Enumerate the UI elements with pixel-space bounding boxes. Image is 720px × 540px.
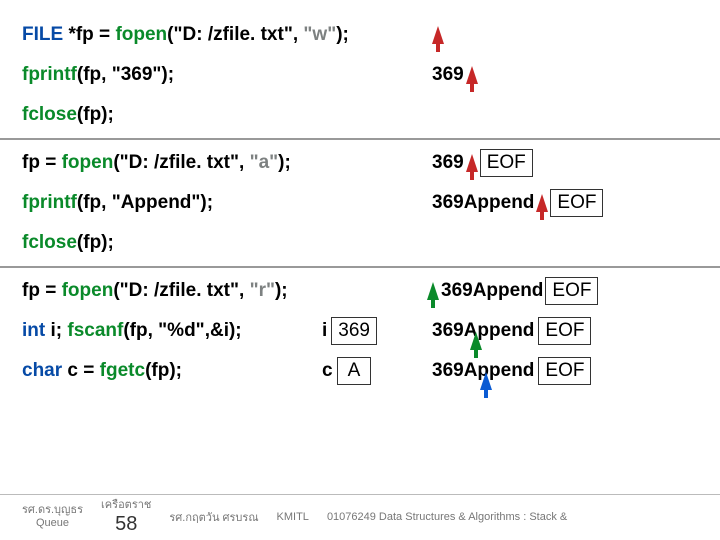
code-line-9: char c = fgetc(fp); c A 369Append EOF	[22, 354, 698, 388]
text: );	[336, 24, 349, 45]
footer-author2: เครือตราช	[101, 499, 151, 512]
slide-footer: รศ.ดร.บุญธร Queue เครือตราช 58 รศ.กฤตวัน…	[0, 494, 720, 536]
cursor-arrow-icon	[470, 332, 482, 350]
text: i;	[51, 320, 68, 341]
code-line-5: fprintf(fp, "Append"); 369Append EOF	[22, 186, 698, 220]
keyword: FILE	[22, 24, 68, 45]
fn: fprintf	[22, 192, 77, 213]
file-text: 369Append	[432, 320, 534, 342]
code-line-3: fclose(fp);	[22, 98, 698, 132]
mode: "w"	[303, 24, 336, 45]
var-box: A	[337, 357, 372, 385]
fn: fclose	[22, 104, 77, 125]
file-text: 369Append	[441, 280, 543, 302]
footer-course: 01076249 Data Structures & Algorithms : …	[327, 511, 567, 523]
divider	[0, 266, 720, 268]
cursor-arrow-icon	[466, 66, 478, 84]
page-number: 58	[115, 512, 137, 536]
text: fp =	[22, 152, 62, 173]
code-line-8: int i; fscanf(fp, "%d",&i); i 369 369App…	[22, 314, 698, 348]
text: c =	[67, 360, 99, 381]
footer-queue: Queue	[36, 517, 69, 530]
eof-box: EOF	[538, 317, 591, 345]
file-text: 369Append	[432, 192, 534, 214]
eof-box: EOF	[545, 277, 598, 305]
text: ("D: /zfile. txt",	[113, 280, 249, 301]
fn: fgetc	[100, 360, 145, 381]
fn: fclose	[22, 232, 77, 253]
cursor-arrow-icon	[480, 372, 492, 390]
mode: "r"	[250, 280, 275, 301]
code-line-6: fclose(fp);	[22, 226, 698, 260]
text: ("D: /zfile. txt",	[113, 152, 249, 173]
text: (fp, "369");	[77, 64, 174, 85]
footer-author: รศ.ดร.บุญธร	[22, 504, 83, 517]
text: (fp);	[77, 104, 114, 125]
footer-kmitl: KMITL	[277, 511, 309, 523]
fn: fopen	[62, 280, 114, 301]
text: (fp);	[145, 360, 182, 381]
cursor-arrow-icon	[432, 26, 444, 44]
code-line-4: fp = fopen("D: /zfile. txt", "a"); 369 E…	[22, 146, 698, 180]
mode: "a"	[250, 152, 279, 173]
text: *fp =	[68, 24, 115, 45]
fn: fprintf	[22, 64, 77, 85]
var-name: i	[322, 320, 327, 342]
code-line-2: fprintf(fp, "369"); 369	[22, 58, 698, 92]
text: fp =	[22, 280, 62, 301]
text: (fp);	[77, 232, 114, 253]
cursor-arrow-icon	[427, 282, 439, 300]
slide-body: FILE *fp = fopen("D: /zfile. txt", "w");…	[0, 0, 720, 388]
keyword: int	[22, 320, 51, 341]
file-text: 369	[432, 152, 464, 174]
divider	[0, 138, 720, 140]
text: (fp, "Append");	[77, 192, 213, 213]
text: );	[275, 280, 288, 301]
cursor-arrow-icon	[466, 154, 478, 172]
text: ("D: /zfile. txt",	[167, 24, 303, 45]
keyword: char	[22, 360, 67, 381]
eof-box: EOF	[550, 189, 603, 217]
fn: fscanf	[67, 320, 123, 341]
fn: fopen	[115, 24, 167, 45]
cursor-arrow-icon	[536, 194, 548, 212]
code-line-1: FILE *fp = fopen("D: /zfile. txt", "w");	[22, 18, 698, 52]
eof-box: EOF	[480, 149, 533, 177]
text: );	[278, 152, 291, 173]
file-text: 369	[432, 64, 464, 86]
code-line-7: fp = fopen("D: /zfile. txt", "r"); 369Ap…	[22, 274, 698, 308]
var-box: 369	[331, 317, 377, 345]
var-name: c	[322, 360, 333, 382]
footer-author3: รศ.กฤตวัน ศรบรณ	[169, 508, 258, 526]
eof-box: EOF	[538, 357, 591, 385]
fn: fopen	[62, 152, 114, 173]
text: (fp, "%d",&i);	[123, 320, 241, 341]
